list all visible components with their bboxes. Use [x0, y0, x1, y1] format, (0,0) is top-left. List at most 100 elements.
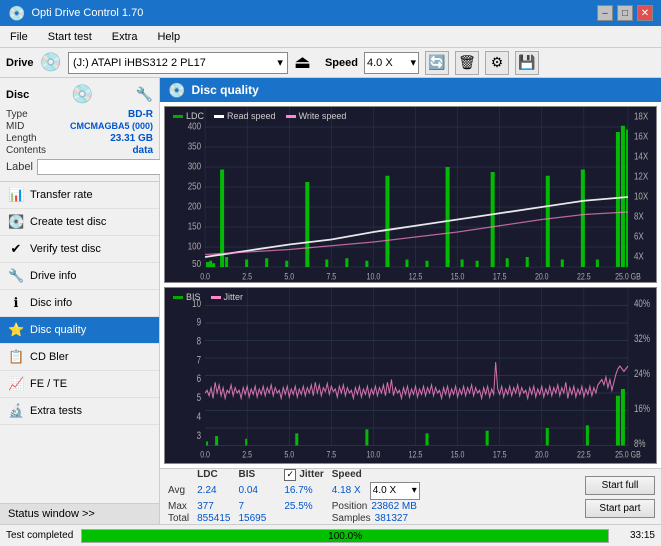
legend-read-speed: Read speed: [214, 111, 276, 121]
length-value: 23.31 GB: [110, 133, 153, 144]
svg-text:7.5: 7.5: [326, 449, 336, 460]
legend-write-speed-label: Write speed: [299, 111, 347, 121]
stats-speed-dropdown-icon: ▾: [412, 485, 417, 496]
svg-text:400: 400: [188, 121, 201, 132]
refresh-button[interactable]: 🔄: [425, 51, 449, 75]
svg-text:5: 5: [197, 392, 201, 404]
sidebar-item-transfer-rate[interactable]: 📊 Transfer rate: [0, 182, 159, 209]
start-full-button[interactable]: Start full: [585, 476, 655, 495]
speed-select[interactable]: 4.0 X ▾: [364, 52, 419, 74]
svg-text:22.5: 22.5: [577, 449, 591, 460]
close-button[interactable]: ✕: [637, 5, 653, 21]
svg-text:18X: 18X: [634, 111, 648, 122]
maximize-button[interactable]: □: [617, 5, 633, 21]
menu-help[interactable]: Help: [151, 30, 186, 44]
svg-text:22.5: 22.5: [577, 272, 591, 282]
mid-label: MID: [6, 121, 24, 132]
svg-text:8: 8: [197, 335, 201, 347]
action-buttons: Start full Start part: [585, 476, 655, 518]
write-speed-color-dot: [286, 115, 296, 118]
svg-text:4X: 4X: [634, 251, 644, 262]
sidebar-item-disc-info[interactable]: ℹ Disc info: [0, 290, 159, 317]
sidebar-label-disc-info: Disc info: [30, 297, 72, 309]
sidebar-item-drive-info[interactable]: 🔧 Drive info: [0, 263, 159, 290]
sidebar-item-create-test-disc[interactable]: 💽 Create test disc: [0, 209, 159, 236]
main-layout: Disc 💿 🔧 Type BD-R MID CMCMAGBA5 (000) L…: [0, 78, 661, 524]
save-button[interactable]: 💾: [515, 51, 539, 75]
svg-text:7.5: 7.5: [326, 272, 336, 282]
svg-text:40%: 40%: [634, 298, 651, 310]
content-area: 💿 Disc quality LDC Read speed: [160, 78, 661, 524]
svg-text:15.0: 15.0: [451, 272, 465, 282]
legend-ldc: LDC: [173, 111, 204, 121]
label-input[interactable]: [37, 159, 175, 175]
drivebar: Drive 💿 (J:) ATAPI iHBS312 2 PL17 ▾ ⏏ Sp…: [0, 48, 661, 78]
stats-bar: LDC BIS ✓ Jitter Speed Avg 2.24 0.: [160, 468, 661, 524]
disc-info-panel: Disc 💿 🔧 Type BD-R MID CMCMAGBA5 (000) L…: [0, 78, 159, 182]
sidebar-item-disc-quality[interactable]: ⭐ Disc quality: [0, 317, 159, 344]
minimize-button[interactable]: –: [597, 5, 613, 21]
sidebar: Disc 💿 🔧 Type BD-R MID CMCMAGBA5 (000) L…: [0, 78, 160, 524]
max-bis: 7: [237, 501, 273, 513]
disc-quality-icon: ⭐: [8, 322, 24, 338]
create-test-disc-icon: 💽: [8, 214, 24, 230]
menu-start-test[interactable]: Start test: [42, 30, 98, 44]
start-part-button[interactable]: Start part: [585, 499, 655, 518]
menu-extra[interactable]: Extra: [106, 30, 144, 44]
svg-text:25.0 GB: 25.0 GB: [615, 272, 641, 282]
samples-value: 381327: [375, 513, 408, 524]
drive-info-icon: 🔧: [8, 268, 24, 284]
sidebar-label-drive-info: Drive info: [30, 270, 76, 282]
avg-ldc: 2.24: [195, 482, 236, 501]
speed-dropdown-icon: ▾: [410, 56, 416, 69]
eject-icon[interactable]: ⏏: [294, 52, 311, 73]
contents-label: Contents: [6, 145, 46, 156]
jitter-checkbox[interactable]: ✓: [284, 469, 296, 481]
sidebar-item-fe-te[interactable]: 📈 FE / TE: [0, 371, 159, 398]
stats-speed-select[interactable]: 4.0 X ▾: [370, 482, 420, 500]
max-ldc: 377: [195, 501, 236, 513]
svg-text:300: 300: [188, 161, 201, 172]
svg-text:3: 3: [197, 430, 201, 442]
drive-select[interactable]: (J:) ATAPI iHBS312 2 PL17 ▾: [68, 52, 288, 74]
app-icon: 💿: [8, 5, 25, 22]
svg-text:150: 150: [188, 221, 201, 232]
erase-button[interactable]: 🗑: [455, 51, 479, 75]
sidebar-label-fe-te: FE / TE: [30, 378, 67, 390]
stats-table: LDC BIS ✓ Jitter Speed Avg 2.24 0.: [166, 469, 426, 525]
transfer-rate-icon: 📊: [8, 187, 24, 203]
legend-jitter: Jitter: [211, 292, 244, 302]
titlebar: 💿 Opti Drive Control 1.70 – □ ✕: [0, 0, 661, 26]
svg-text:9: 9: [197, 317, 201, 329]
menu-file[interactable]: File: [4, 30, 34, 44]
svg-text:5.0: 5.0: [284, 449, 294, 460]
options-button[interactable]: ⚙: [485, 51, 509, 75]
svg-text:20.0: 20.0: [535, 449, 549, 460]
samples-label: Samples: [332, 513, 371, 524]
total-label: Total: [166, 513, 195, 525]
sidebar-item-verify-test-disc[interactable]: ✔ Verify test disc: [0, 236, 159, 263]
svg-text:6X: 6X: [634, 231, 644, 242]
legend-bis-label: BIS: [186, 292, 201, 302]
svg-text:12.5: 12.5: [409, 272, 423, 282]
sidebar-item-cd-bler[interactable]: 📋 CD Bler: [0, 344, 159, 371]
sidebar-item-extra-tests[interactable]: 🔬 Extra tests: [0, 398, 159, 425]
sidebar-label-disc-quality: Disc quality: [30, 324, 86, 336]
svg-text:5.0: 5.0: [284, 272, 294, 282]
extra-tests-icon: 🔬: [8, 403, 24, 419]
disc-panel-title: Disc: [6, 89, 29, 101]
svg-text:350: 350: [188, 141, 201, 152]
verify-test-disc-icon: ✔: [8, 241, 24, 257]
svg-text:17.5: 17.5: [493, 449, 507, 460]
svg-text:25.0 GB: 25.0 GB: [615, 449, 641, 460]
menubar: File Start test Extra Help: [0, 26, 661, 48]
status-window-button[interactable]: Status window >>: [0, 503, 159, 524]
avg-jitter: 16.7%: [282, 482, 329, 501]
progress-bar: 100.0%: [81, 529, 609, 543]
disc-quality-header: 💿 Disc quality: [160, 78, 661, 102]
disc-panel-icon: 💿: [71, 84, 93, 105]
drive-value: (J:) ATAPI iHBS312 2 PL17: [73, 57, 206, 69]
svg-text:12X: 12X: [634, 171, 648, 182]
sidebar-label-extra-tests: Extra tests: [30, 405, 82, 417]
ldc-color-dot: [173, 115, 183, 118]
